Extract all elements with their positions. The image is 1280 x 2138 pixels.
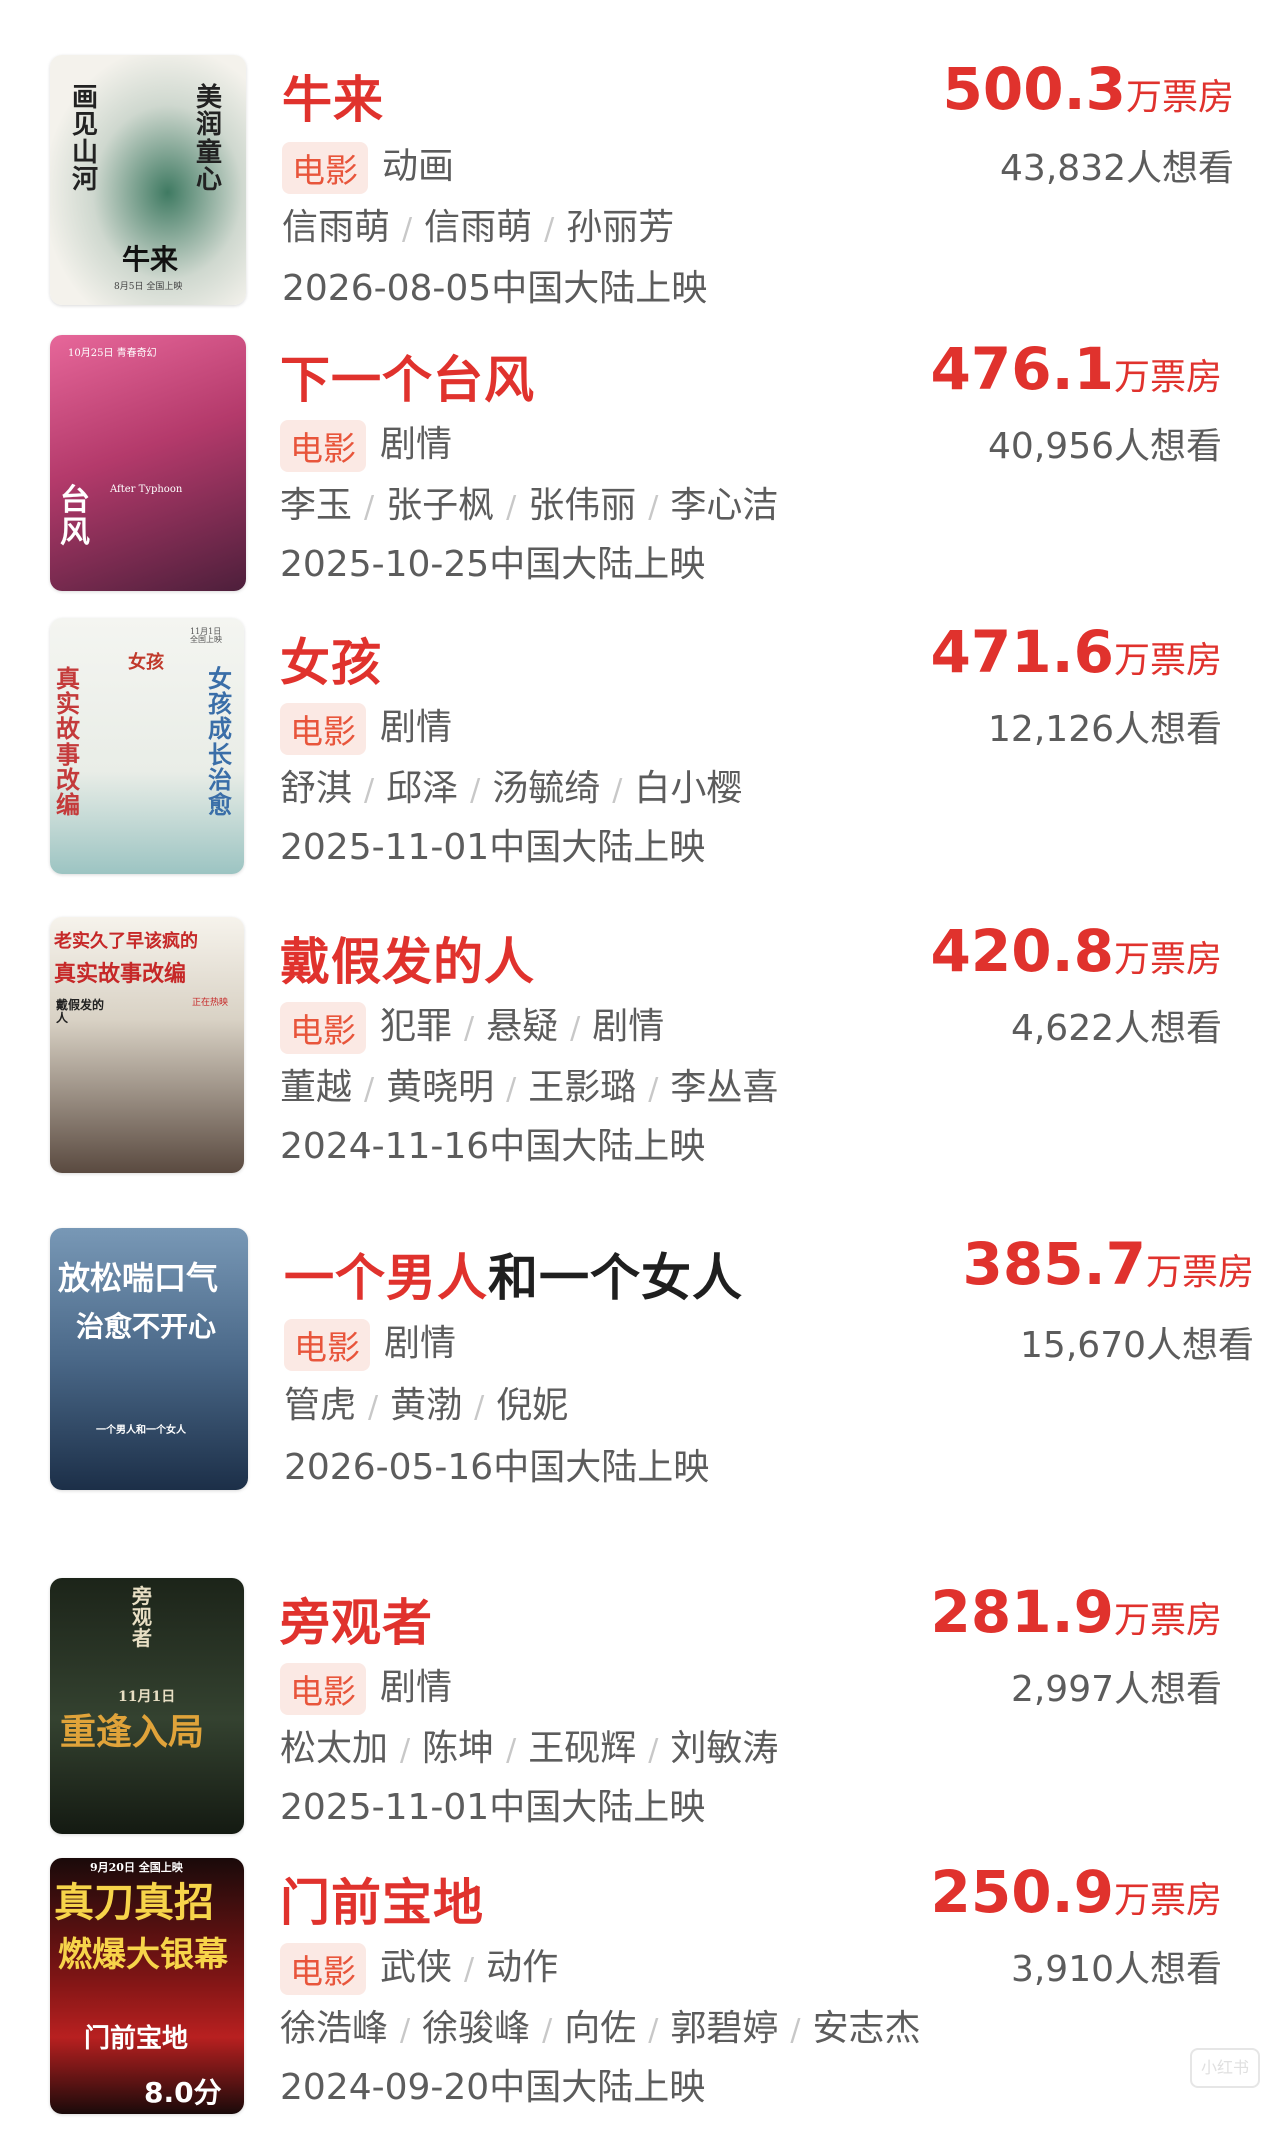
poster-text: 治愈不开心	[76, 1310, 217, 1343]
poster-text: 画见山河	[72, 83, 99, 195]
poster-text: 10月25日 青春奇幻	[68, 348, 157, 359]
movie-poster[interactable]: 10月25日 青春奇幻 After Typhoon 台风	[50, 335, 246, 591]
genre-line: 电影 犯罪 / 悬疑 / 剧情	[280, 997, 664, 1054]
want-count: 43,832人想看	[1000, 148, 1234, 189]
cast-line: 舒淇 / 邱泽 / 汤毓绮 / 白小樱	[280, 768, 743, 809]
poster-text: 正在热映	[192, 998, 229, 1008]
want-count: 40,956人想看	[988, 426, 1222, 467]
want-count: 3,910人想看	[1010, 1949, 1222, 1990]
genre-line: 电影 剧情	[284, 1314, 456, 1371]
cast-line: 徐浩峰 / 徐骏峰 / 向佐 / 郭碧婷 / 安志杰	[280, 2008, 921, 2049]
release-date: 2024-09-20中国大陆上映	[280, 2067, 706, 2108]
cast-line: 李玉 / 张子枫 / 张伟丽 / 李心洁	[280, 485, 779, 526]
cast-line: 松太加 / 陈坤 / 王砚辉 / 刘敏涛	[280, 1728, 779, 1769]
watermark: 小红书	[1190, 2048, 1260, 2088]
box-office: 471.6万票房	[930, 618, 1222, 686]
want-count: 12,126人想看	[988, 709, 1222, 750]
want-count: 2,997人想看	[1010, 1669, 1222, 1710]
genre-line: 电影 动画	[282, 137, 454, 194]
genre-tag: 电影	[280, 420, 366, 472]
movie-poster[interactable]: 老实久了早该疯的 真实故事改编 正在热映 戴假发的人	[50, 917, 244, 1173]
movie-poster[interactable]: 真实故事改编 女孩成长治愈 11月1日 全国上映 女孩	[50, 618, 244, 874]
box-office: 250.9万票房	[930, 1858, 1222, 1926]
release-date: 2026-08-05中国大陆上映	[282, 268, 708, 309]
release-date: 2024-11-16中国大陆上映	[280, 1126, 706, 1167]
genre-line: 电影 剧情	[280, 415, 452, 472]
poster-text: 8月5日 全国上映	[114, 282, 183, 292]
poster-text: 一个男人和一个女人	[96, 1425, 186, 1436]
poster-text: 真刀真招	[54, 1879, 214, 1926]
movie-poster[interactable]: 放松喘口气 治愈不开心 一个男人和一个女人	[50, 1228, 248, 1490]
box-office: 476.1万票房	[930, 335, 1222, 403]
box-office: 385.7万票房	[962, 1230, 1254, 1298]
release-date: 2025-11-01中国大陆上映	[280, 827, 706, 868]
poster-text: 9月20日 全国上映	[90, 1861, 183, 1874]
poster-text: 牛来	[122, 243, 179, 276]
movie-title[interactable]: 下一个台风	[280, 340, 535, 412]
genre-line: 电影 剧情	[280, 698, 452, 755]
genre-tag: 电影	[280, 1663, 366, 1715]
movie-title[interactable]: 旁观者	[280, 1583, 433, 1655]
box-office: 500.3万票房	[942, 55, 1234, 123]
poster-text: 11月1日	[118, 1689, 176, 1705]
genre-tag: 电影	[280, 1943, 366, 1995]
movie-title[interactable]: 牛来	[282, 60, 384, 132]
movie-title[interactable]: 一个男人和一个女人	[284, 1238, 743, 1310]
poster-text: 女孩	[128, 652, 164, 673]
rating-badge: 8.0分	[144, 2076, 222, 2109]
genre-line: 电影 剧情	[280, 1658, 452, 1715]
poster-text: 放松喘口气	[58, 1259, 219, 1297]
genre-tag: 电影	[280, 703, 366, 755]
poster-text: 旁观者	[132, 1584, 152, 1650]
want-count: 15,670人想看	[1020, 1325, 1254, 1366]
genre-tag: 电影	[280, 1002, 366, 1054]
poster-text: 戴假发的人	[56, 998, 105, 1025]
poster-text: 真实故事改编	[54, 961, 187, 987]
release-date: 2026-05-16中国大陆上映	[284, 1447, 710, 1488]
movie-poster[interactable]: 画见山河 美润童心 牛来 8月5日 全国上映	[50, 55, 246, 305]
box-office: 420.8万票房	[930, 917, 1222, 985]
poster-text: 老实久了早该疯的	[54, 931, 198, 952]
poster-text: 美润童心	[196, 83, 223, 195]
movie-title[interactable]: 戴假发的人	[280, 922, 535, 994]
movie-poster[interactable]: 旁观者 11月1日 重逢入局	[50, 1578, 244, 1834]
release-date: 2025-11-01中国大陆上映	[280, 1787, 706, 1828]
poster-text: 门前宝地	[84, 2024, 189, 2054]
poster-text: 真实故事改编	[56, 664, 80, 819]
cast-line: 董越 / 黄晓明 / 王影璐 / 李丛喜	[280, 1067, 779, 1108]
movie-title[interactable]: 门前宝地	[280, 1863, 484, 1935]
poster-text: 重逢入局	[60, 1711, 205, 1753]
release-date: 2025-10-25中国大陆上映	[280, 544, 706, 585]
poster-text: 燃爆大银幕	[58, 1935, 228, 1975]
poster-text: After Typhoon	[110, 484, 183, 495]
poster-text: 台风	[60, 483, 90, 550]
box-office: 281.9万票房	[930, 1578, 1222, 1646]
movie-poster[interactable]: 9月20日 全国上映 真刀真招 燃爆大银幕 门前宝地 8.0分	[50, 1858, 244, 2114]
genre-tag: 电影	[284, 1319, 370, 1371]
cast-line: 管虎 / 黄渤 / 倪妮	[284, 1385, 569, 1426]
want-count: 4,622人想看	[1010, 1008, 1222, 1049]
movie-title[interactable]: 女孩	[280, 623, 382, 695]
poster-text: 女孩成长治愈	[208, 664, 232, 819]
cast-line: 信雨萌 / 信雨萌 / 孙丽芳	[282, 207, 675, 248]
genre-tag: 电影	[282, 142, 368, 194]
poster-text: 11月1日 全国上映	[190, 627, 222, 645]
genre-line: 电影 武侠 / 动作	[280, 1938, 558, 1995]
